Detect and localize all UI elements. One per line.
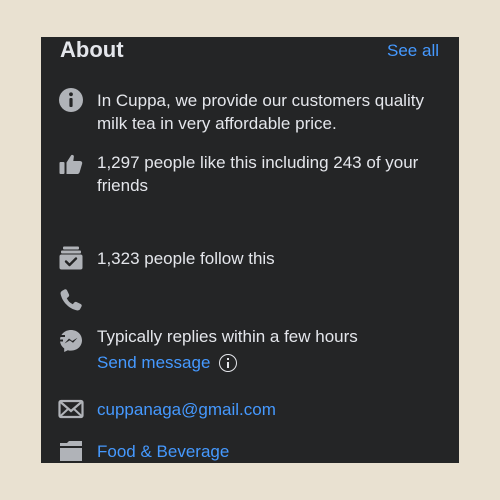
follows-text: 1,323 people follow this (97, 249, 275, 268)
phone-icon[interactable] (58, 287, 84, 313)
info-outline-icon[interactable] (219, 353, 238, 372)
send-message-link[interactable]: Send message (97, 351, 210, 374)
thumbs-up-icon (58, 151, 84, 177)
email-icon (58, 396, 84, 422)
reply-time-text: Typically replies within a few hours (97, 327, 358, 346)
messenger-icon (58, 328, 84, 354)
about-panel: About See all In Cuppa, we provide our c… (41, 37, 459, 463)
category-link[interactable]: Food & Beverage (97, 440, 447, 463)
likes-text: 1,297 people like this including 243 of … (97, 153, 419, 195)
about-description: In Cuppa, we provide our customers quali… (97, 91, 424, 133)
category-icon (58, 438, 84, 463)
follow-icon (58, 245, 84, 271)
see-all-link[interactable]: See all (387, 40, 439, 62)
send-message-row: Send message (97, 351, 238, 374)
about-title: About (60, 37, 124, 62)
email-link[interactable]: cuppanaga@gmail.com (97, 398, 447, 421)
info-icon (58, 87, 84, 113)
